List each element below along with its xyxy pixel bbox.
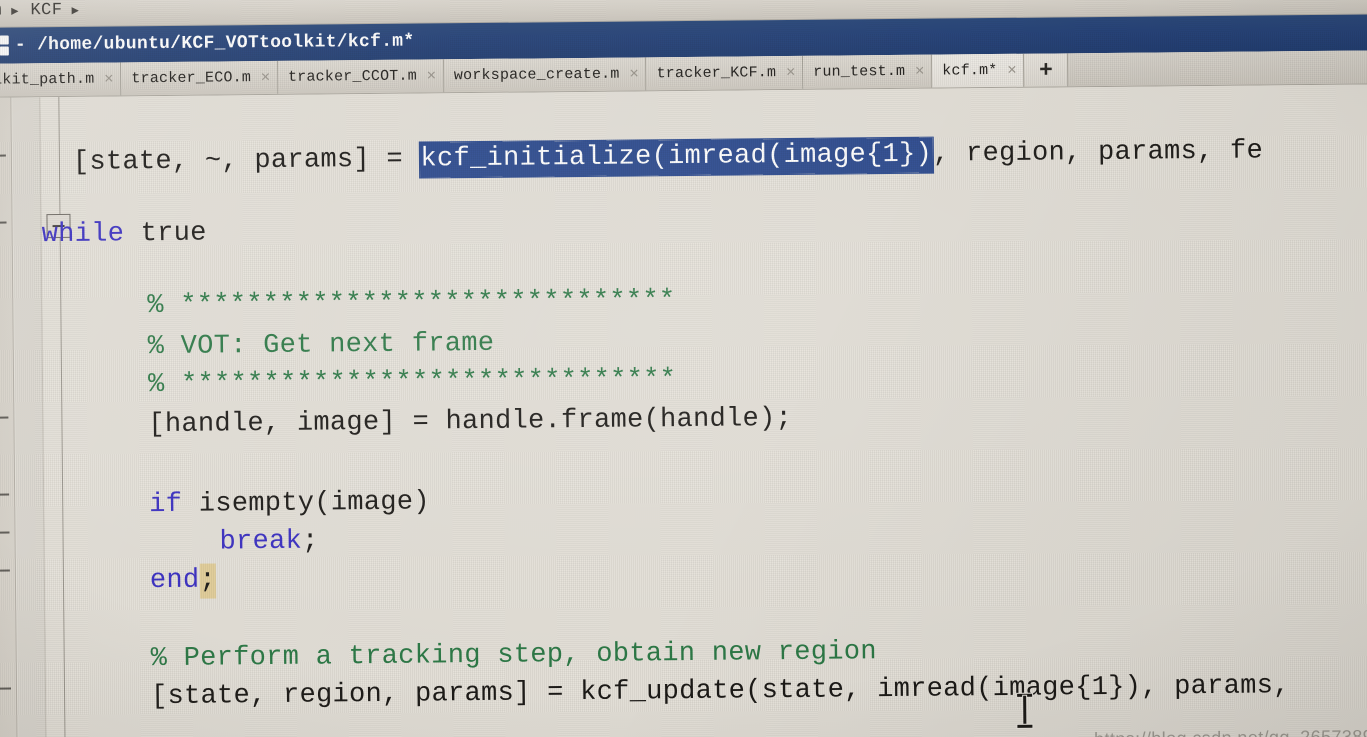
line-comment-vot[interactable]: % VOT: Get next frame xyxy=(148,325,495,366)
line-comment-stars-top[interactable]: % ****************************** xyxy=(147,282,675,325)
line-end[interactable]: end; xyxy=(149,562,217,601)
code-editor[interactable]: [state, ~, params] = kcf_initialize(imre… xyxy=(0,84,1367,737)
code-segment: isempty(image) xyxy=(182,487,430,520)
chevron-right-icon: ▶ xyxy=(11,3,19,18)
line-if-isempty[interactable]: if isempty(image) xyxy=(149,483,430,524)
text-ibeam-cursor xyxy=(1017,693,1033,728)
tab-close-icon[interactable]: ✕ xyxy=(786,64,795,81)
tab-tracker-eco[interactable]: tracker_ECO.m ✕ xyxy=(121,60,279,96)
tab-close-icon[interactable]: ✕ xyxy=(427,67,436,84)
gutter-line-mark xyxy=(0,569,10,572)
code-segment: , region, params, fe xyxy=(932,136,1264,170)
tab-kcf-m[interactable]: kcf.m* ✕ xyxy=(932,53,1025,88)
code-text-area[interactable]: [state, ~, params] = kcf_initialize(imre… xyxy=(40,84,1367,737)
tab-close-icon[interactable]: ✕ xyxy=(104,70,113,87)
tab-tracker-ccot[interactable]: tracker_CCOT.m ✕ xyxy=(277,59,445,94)
code-segment: % ****************************** xyxy=(147,365,677,401)
tab-close-icon[interactable]: ✕ xyxy=(261,69,270,86)
gutter-line-mark xyxy=(0,416,9,419)
new-tab-button[interactable]: + xyxy=(1024,53,1069,87)
tab-label: workspace_create.m xyxy=(453,65,620,85)
gutter-line-mark xyxy=(0,154,6,157)
gutter-line-mark xyxy=(0,531,10,534)
code-segment: true xyxy=(124,218,207,250)
screen-photo: m ▶ KCF ▶ - /home/ubuntu/KCF_VOTtoolkit/… xyxy=(0,0,1367,737)
code-segment: if xyxy=(149,489,183,521)
code-segment: % Perform a tracking step, obtain new re… xyxy=(150,637,877,675)
tab-workspace-create[interactable]: workspace_create.m ✕ xyxy=(443,57,647,93)
line-break[interactable]: break; xyxy=(219,523,318,562)
code-segment: [state, region, params] = kcf_update(sta… xyxy=(150,671,1290,713)
chevron-right-icon: ▶ xyxy=(71,3,79,18)
window-title: - /home/ubuntu/KCF_VOTtoolkit/kcf.m* xyxy=(14,31,415,56)
tabbar-filler xyxy=(1068,50,1367,87)
code-segment: [state, ~, params] = xyxy=(72,144,420,178)
line-kcf-initialize[interactable]: [state, ~, params] = kcf_initialize(imre… xyxy=(73,132,1264,181)
code-segment: % VOT: Get next frame xyxy=(147,328,495,363)
code-segment: break xyxy=(219,526,303,558)
tab-label: run_test.m xyxy=(813,62,906,81)
line-while-true[interactable]: while true xyxy=(41,215,207,255)
breadcrumb-item-kcf[interactable]: KCF xyxy=(30,0,62,19)
tab-close-icon[interactable]: ✕ xyxy=(915,63,924,80)
gutter-line-mark xyxy=(0,687,12,690)
code-segment: ; xyxy=(301,526,319,557)
gutter-line-mark xyxy=(0,221,7,224)
watermark-text: https://blog.csdn.net/qq_26573899 xyxy=(1094,726,1367,737)
code-segment: end xyxy=(149,565,200,597)
tab-label: lkit_path.m xyxy=(0,70,95,89)
tab-label: kcf.m* xyxy=(942,61,998,80)
breadcrumb-item-m[interactable]: m xyxy=(0,1,2,20)
tab-lkit-path[interactable]: lkit_path.m ✕ xyxy=(0,62,122,97)
line-handle-frame[interactable]: [handle, image] = handle.frame(handle); xyxy=(148,400,792,444)
matlab-editor-window: m ▶ KCF ▶ - /home/ubuntu/KCF_VOTtoolkit/… xyxy=(0,0,1367,737)
tab-label: tracker_CCOT.m xyxy=(287,67,417,86)
code-segment: [handle, image] = handle.frame(handle); xyxy=(148,403,793,441)
tab-close-icon[interactable]: ✕ xyxy=(629,65,638,82)
gutter-line-mark xyxy=(0,493,10,496)
code-segment: ; xyxy=(199,563,217,599)
line-comment-stars-bottom[interactable]: % ****************************** xyxy=(148,361,676,404)
code-segment: % ****************************** xyxy=(147,286,676,322)
tab-label: tracker_KCF.m xyxy=(656,64,777,83)
tab-tracker-kcf[interactable]: tracker_KCF.m ✕ xyxy=(646,55,804,91)
code-segment: while xyxy=(41,219,125,251)
tab-run-test[interactable]: run_test.m ✕ xyxy=(803,54,933,89)
tab-close-icon[interactable]: ✕ xyxy=(1007,62,1016,79)
code-segment: kcf_initialize(imread(image{1}) xyxy=(419,137,934,178)
dock-grid-icon[interactable] xyxy=(0,35,9,56)
tab-label: tracker_ECO.m xyxy=(131,69,252,88)
indent-guide-line xyxy=(58,97,66,737)
